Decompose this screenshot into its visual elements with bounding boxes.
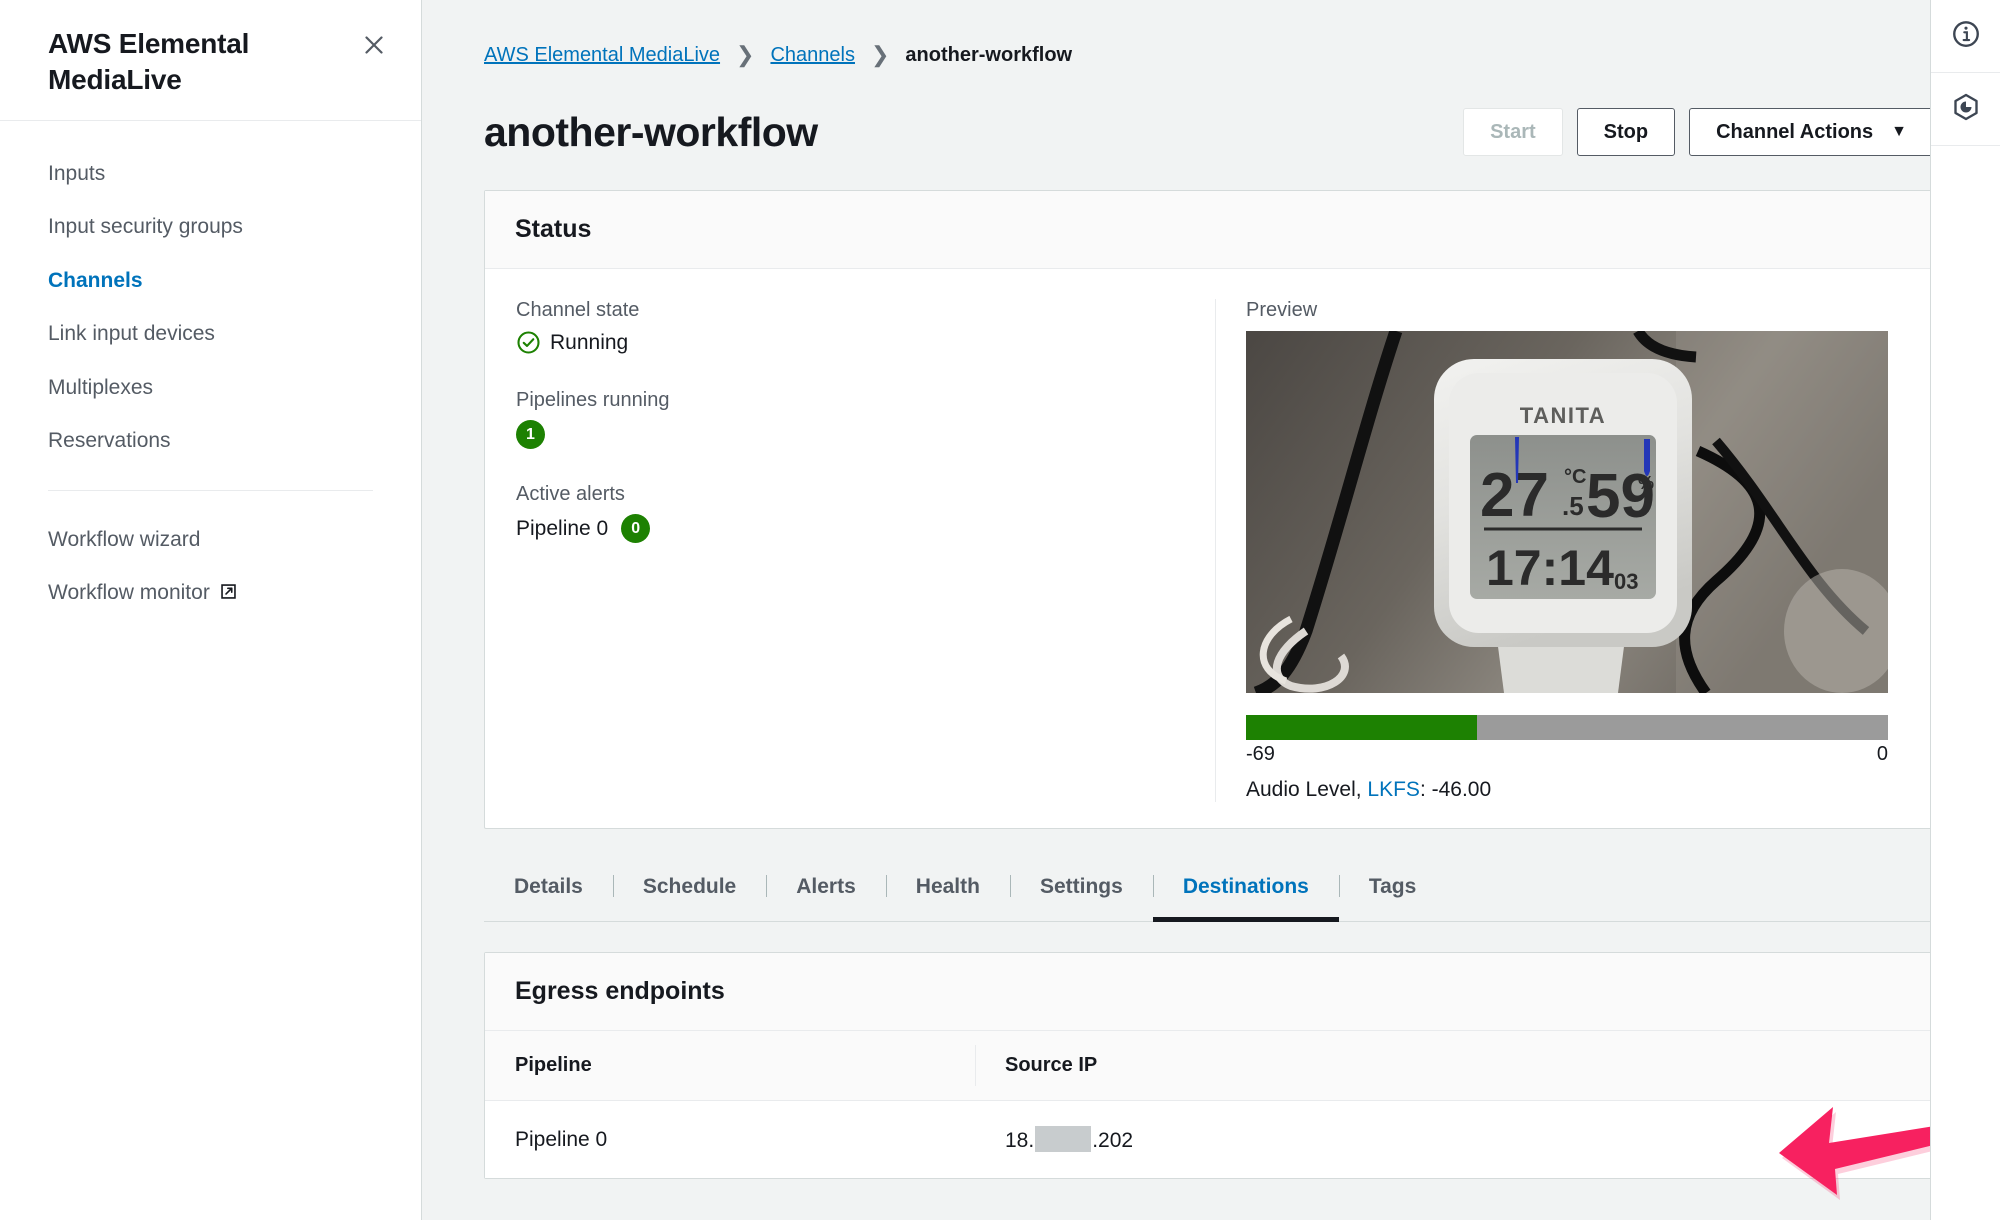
channel-actions-label: Channel Actions (1716, 120, 1874, 143)
stop-button[interactable]: Stop (1576, 108, 1676, 156)
source-ip-suffix: .202 (1092, 1129, 1134, 1152)
breadcrumb-current: another-workflow (905, 43, 1073, 66)
sidebar-service-title: AWS Elemental MediaLive (48, 28, 250, 95)
page-header: another-workflow Start Stop Channel Acti… (484, 108, 1934, 156)
sidebar-item-inputs[interactable]: Inputs (0, 147, 421, 201)
pipelines-running-label: Pipelines running (516, 389, 670, 411)
status-card-header: Status (485, 191, 1933, 269)
breadcrumb-separator-icon: ❯ (736, 42, 755, 67)
alert-count-badge: 0 (621, 514, 651, 543)
page-action-buttons: Start Stop Channel Actions ▼ (1463, 108, 1934, 156)
alert-pipeline-name: Pipeline 0 (516, 516, 609, 540)
audio-level-caption: Audio Level, LKFS: -46.00 (1246, 778, 1903, 802)
medialive-channel-detail-page: AWS Elemental MediaLive Inputs Input sec… (0, 0, 2000, 1220)
breadcrumb: AWS Elemental MediaLive ❯ Channels ❯ ano… (484, 28, 1934, 68)
tab-health[interactable]: Health (885, 855, 1010, 921)
channel-actions-button[interactable]: Channel Actions ▼ (1689, 108, 1934, 156)
sidebar-item-input-security-groups[interactable]: Input security groups (0, 200, 421, 254)
channel-state-value-row: Running (516, 330, 1215, 355)
svg-text:%: % (1638, 473, 1654, 493)
audio-caption-suffix: : -46.00 (1419, 778, 1492, 801)
column-header-source-ip: Source IP (975, 1031, 1933, 1100)
sidebar-item-multiplexes[interactable]: Multiplexes (0, 361, 421, 415)
egress-table-header-row: Pipeline Source IP (485, 1031, 1933, 1101)
breadcrumb-channels-link[interactable]: Channels (770, 44, 855, 67)
sidebar-header: AWS Elemental MediaLive (0, 0, 421, 121)
pipelines-running-field: Pipelines running 1 (516, 389, 1215, 449)
svg-text:17:14: 17:14 (1486, 540, 1614, 596)
preview-label: Preview (1246, 299, 1318, 321)
page-title: another-workflow (484, 108, 818, 155)
audio-level-scale: -69 0 (1246, 743, 1888, 766)
status-card: Status Channel state Running Pipelines r… (484, 190, 1934, 829)
info-panel-button[interactable] (1931, 0, 2000, 73)
preview-column: Preview TANITA 27 °C .5 59 % 17:14 03 -6… (1215, 299, 1903, 802)
start-button[interactable]: Start (1463, 108, 1563, 156)
info-icon (1951, 19, 1981, 54)
pipelines-running-value-row: 1 (516, 420, 1215, 449)
svg-text:°C: °C (1564, 466, 1586, 488)
sidebar-item-label: Workflow monitor (48, 581, 210, 605)
channel-state-value: Running (550, 330, 629, 354)
breadcrumb-separator-icon: ❯ (870, 42, 890, 67)
egress-endpoints-header: Egress endpoints (485, 953, 1933, 1031)
sidebar-nav-list: Inputs Input security groups Channels Li… (0, 121, 421, 622)
sidebar-item-workflow-wizard[interactable]: Workflow wizard (0, 513, 421, 567)
tab-destinations[interactable]: Destinations (1152, 855, 1339, 922)
right-utility-rail (1930, 0, 2000, 1220)
active-alerts-value-row: Pipeline 0 0 (516, 514, 1215, 543)
tab-schedule[interactable]: Schedule (612, 855, 766, 921)
tab-details[interactable]: Details (484, 855, 613, 921)
cloudshell-button[interactable] (1931, 73, 2000, 146)
breadcrumb-root-link[interactable]: AWS Elemental MediaLive (484, 44, 720, 67)
active-alerts-label: Active alerts (516, 483, 625, 505)
close-icon (362, 33, 386, 57)
source-ip-prefix: 18. (1005, 1129, 1035, 1152)
egress-endpoints-card: Egress endpoints Pipeline Source IP Pipe… (484, 952, 1934, 1179)
cell-pipeline-name: Pipeline 0 (515, 1127, 608, 1151)
channel-state-label: Channel state (516, 299, 640, 321)
preview-thumbnail-image: TANITA 27 °C .5 59 % 17:14 03 (1246, 327, 1900, 700)
external-link-icon (219, 579, 238, 611)
sidebar-close-button[interactable] (357, 28, 391, 62)
svg-text:03: 03 (1614, 569, 1638, 594)
svg-text:27: 27 (1480, 461, 1549, 530)
cloudshell-hexagon-icon (1951, 92, 1981, 127)
sidebar-item-workflow-monitor[interactable]: Workflow monitor (0, 566, 421, 622)
egress-endpoints-title: Egress endpoints (515, 977, 725, 1005)
chevron-down-icon: ▼ (1891, 123, 1907, 140)
channel-detail-tabs: Details Schedule Alerts Health Settings … (484, 855, 1934, 922)
audio-level-fill (1246, 715, 1478, 740)
lkfs-link[interactable]: LKFS (1367, 778, 1420, 801)
pipelines-running-badge: 1 (516, 420, 545, 449)
status-details-column: Channel state Running Pipelines running … (515, 299, 1215, 802)
service-navigation-sidebar: AWS Elemental MediaLive Inputs Input sec… (0, 0, 422, 1220)
tab-tags[interactable]: Tags (1338, 855, 1446, 921)
sidebar-item-reservations[interactable]: Reservations (0, 414, 421, 468)
main-content-area: AWS Elemental MediaLive ❯ Channels ❯ ano… (422, 0, 2000, 1220)
active-alerts-field: Active alerts Pipeline 0 0 (516, 483, 1215, 543)
table-row: Pipeline 0 18. .202 (485, 1101, 1933, 1178)
status-card-body: Channel state Running Pipelines running … (485, 269, 1933, 828)
redaction-block (1035, 1126, 1092, 1152)
preview-thumbnail[interactable]: TANITA 27 °C .5 59 % 17:14 03 (1246, 327, 1900, 700)
tab-alerts[interactable]: Alerts (766, 855, 886, 921)
sidebar-item-link-input-devices[interactable]: Link input devices (0, 307, 421, 361)
audio-caption-prefix: Audio Level, (1246, 778, 1368, 801)
column-header-pipeline: Pipeline (515, 1054, 592, 1076)
channel-state-field: Channel state Running (516, 299, 1215, 355)
audio-level-min: -69 (1246, 743, 1275, 765)
tab-settings[interactable]: Settings (1009, 855, 1153, 921)
sidebar-item-channels[interactable]: Channels (0, 254, 421, 308)
sidebar-divider (48, 489, 373, 491)
audio-level-max: 0 (1876, 743, 1888, 765)
svg-text:.5: .5 (1562, 491, 1584, 521)
status-card-title: Status (515, 215, 592, 243)
check-circle-icon (516, 330, 541, 355)
audio-level-meter (1246, 715, 1888, 740)
svg-text:TANITA: TANITA (1520, 403, 1606, 428)
cell-source-ip: 18. .202 (975, 1101, 1933, 1178)
